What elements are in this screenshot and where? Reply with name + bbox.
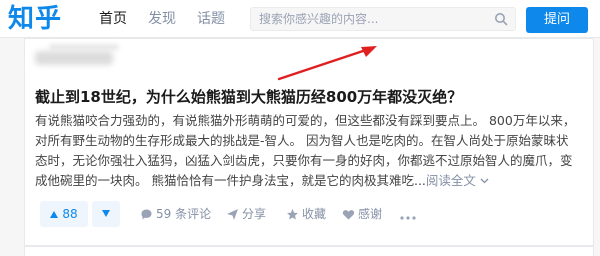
chevron-down-icon <box>480 178 489 184</box>
read-more-link[interactable]: 阅读全文 <box>426 173 489 188</box>
blurred-topic-line <box>49 44 119 50</box>
next-card-edge <box>24 246 594 256</box>
read-more-label: 阅读全文 <box>425 173 476 188</box>
share-icon <box>227 209 238 220</box>
comments-label: 59 条评论 <box>156 207 212 221</box>
downvote-button[interactable] <box>92 201 120 227</box>
annotation-arrow-icon <box>277 46 377 81</box>
heart-icon <box>342 210 355 220</box>
triangle-down-icon <box>102 210 110 217</box>
search-icon[interactable] <box>494 12 508 26</box>
upvote-count: 88 <box>62 207 78 221</box>
nav-topics[interactable]: 话题 <box>197 10 225 28</box>
share-button[interactable]: 分享 <box>226 206 266 222</box>
thanks-button[interactable]: 感谢 <box>342 206 382 222</box>
top-bar: 知乎 首页 发现 话题 搜索你感兴趣的内容... 提问 <box>0 0 600 38</box>
answer-excerpt[interactable]: 有说熊猫咬合力强劲的，有说熊猫外形萌萌的可爱的，但这些都没有踩到要点上。 800… <box>35 111 591 191</box>
excerpt-line: 有说熊猫咬合力强劲的，有说熊猫外形萌萌的可爱的，但这些都没有踩到要点上。 800… <box>35 113 576 128</box>
more-options-button[interactable] <box>400 206 419 222</box>
search-input[interactable]: 搜索你感兴趣的内容... <box>250 7 516 31</box>
upvote-button[interactable]: 88 <box>40 201 88 227</box>
nav-discover[interactable]: 发现 <box>148 10 176 28</box>
ask-button[interactable]: 提问 <box>526 7 588 33</box>
comments-button[interactable]: 59 条评论 <box>140 206 211 222</box>
triangle-up-icon <box>50 211 59 218</box>
nav-home[interactable]: 首页 <box>99 10 127 28</box>
question-title[interactable]: 截止到18世纪，为什么始熊猫到大熊猫历经800万年都没灭绝？ <box>35 87 462 107</box>
comment-icon <box>141 209 152 220</box>
more-dots-icon <box>400 216 416 220</box>
favorite-button[interactable]: 收藏 <box>286 206 326 222</box>
favorite-label: 收藏 <box>302 207 327 221</box>
blurred-author-name <box>35 51 113 65</box>
search-placeholder: 搜索你感兴趣的内容... <box>259 12 379 26</box>
excerpt-line: 成他碗里的一块肉。 熊猫恰恰有一件护身法宝，就是它的肉极其难吃...阅读全文 <box>35 171 591 191</box>
excerpt-line: 对所有野生动物的生存形成最大的挑战是-智人。 因为智人也是吃肉的。在智人尚处于原… <box>35 133 569 148</box>
thanks-label: 感谢 <box>358 207 383 221</box>
star-icon <box>287 209 298 220</box>
zhihu-logo[interactable]: 知乎 <box>8 3 62 35</box>
excerpt-line-text: 成他碗里的一块肉。 熊猫恰恰有一件护身法宝，就是它的肉极其难吃... <box>35 173 426 188</box>
share-label: 分享 <box>242 207 267 221</box>
excerpt-line: 态时，无论你强壮入猛犸，凶猛入剑齿虎，只要你有一身的好肉，你都逃不过原始智人的魔… <box>35 153 573 168</box>
